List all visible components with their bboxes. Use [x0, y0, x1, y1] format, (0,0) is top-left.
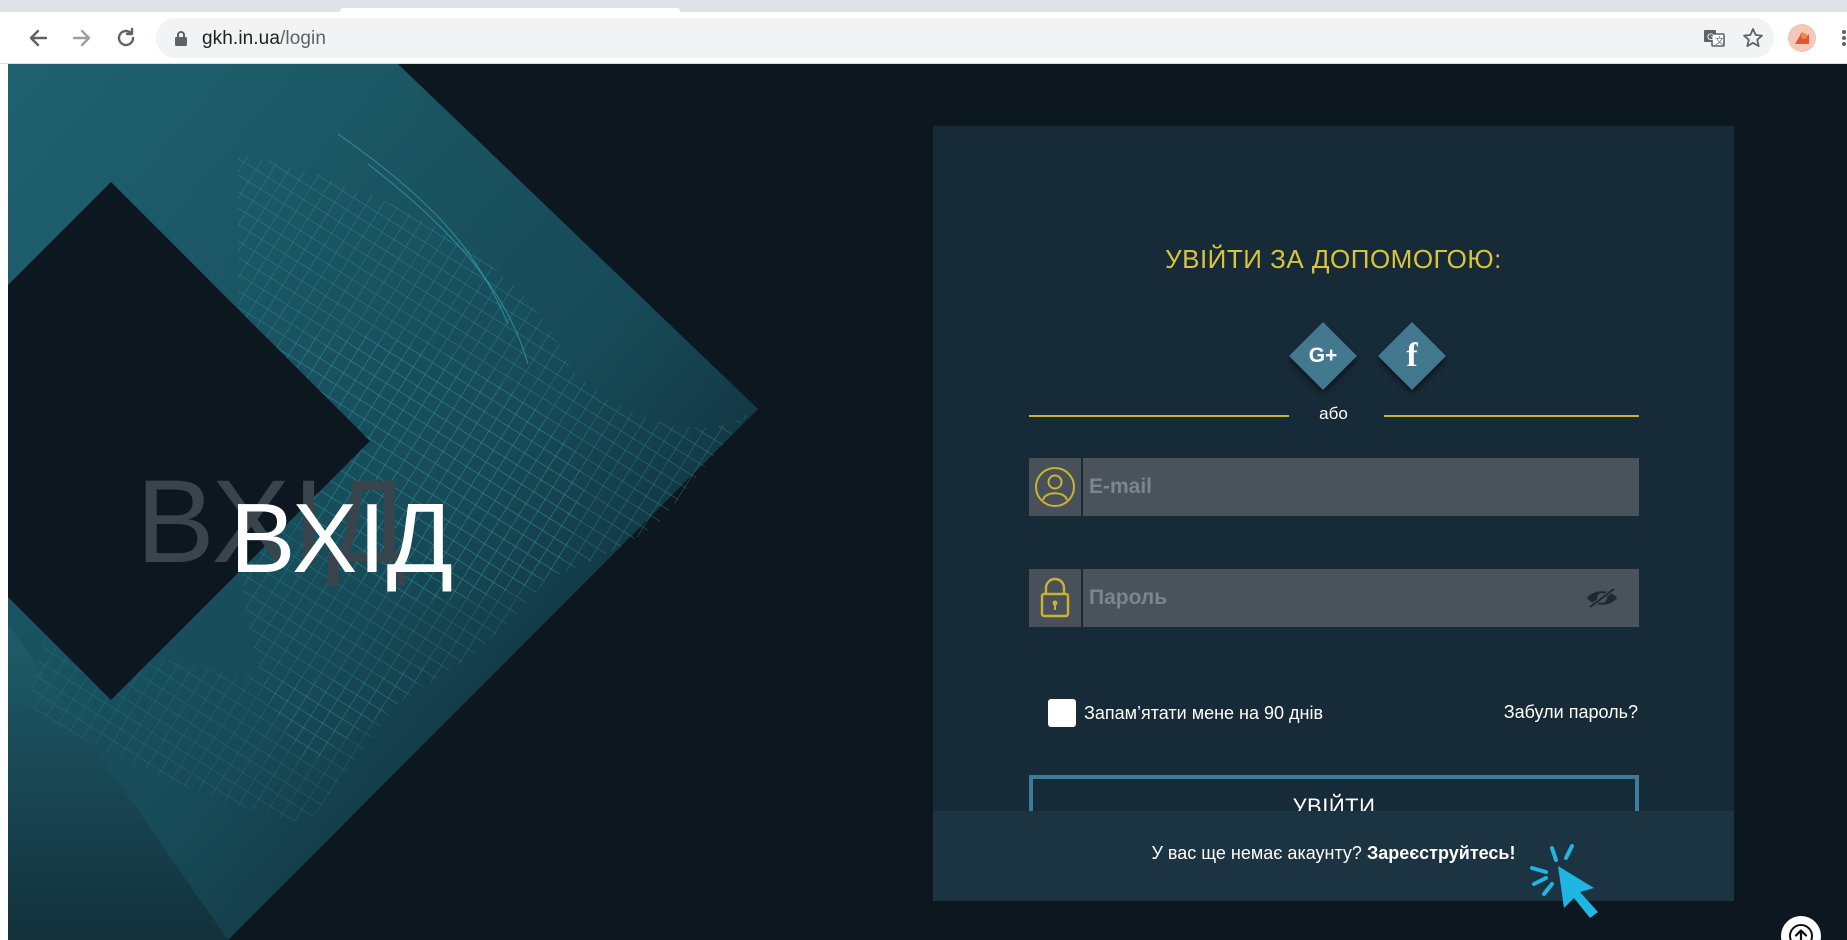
login-panel: УВІЙТИ ЗА ДОПОМОГОЮ: G+ f або E-mail Зап…: [933, 126, 1734, 901]
signup-prompt: У вас ще немає акаунту?: [1151, 843, 1362, 863]
facebook-icon: f: [1406, 337, 1418, 374]
login-heading: УВІЙТИ ЗА ДОПОМОГОЮ:: [1165, 244, 1502, 274]
email-field: [1029, 458, 1639, 516]
signup-link[interactable]: Зареєструйтесь!: [1367, 843, 1516, 863]
login-page: ВХІД ВХІД УВІЙТИ ЗА ДОПОМОГОЮ: G+ f або: [8, 64, 1847, 940]
eye-off-icon[interactable]: [1585, 586, 1619, 615]
browser-window: gkh.in.ua/login G文 ВХІД ВХІД УВІЙТИ ЗА Д…: [0, 0, 1847, 940]
click-pointer-icon: [1530, 844, 1598, 918]
google-login-button[interactable]: G+: [1289, 322, 1357, 390]
page-title: ВХІД: [230, 483, 455, 593]
profile-avatar[interactable]: [1788, 24, 1816, 52]
or-separator: або: [1319, 404, 1348, 423]
star-icon[interactable]: [1741, 26, 1765, 50]
url-text: gkh.in.ua/login: [202, 28, 327, 49]
tab-strip: [0, 0, 1847, 12]
forgot-password-link[interactable]: Забули пароль?: [1504, 702, 1638, 723]
remember-checkbox[interactable]: [1048, 699, 1076, 727]
browser-toolbar: gkh.in.ua/login G文: [0, 12, 1847, 64]
scroll-to-top-button[interactable]: [1781, 916, 1821, 940]
password-field: [1029, 569, 1639, 627]
address-bar[interactable]: gkh.in.ua/login G文: [156, 18, 1774, 58]
back-arrow-icon[interactable]: [22, 22, 54, 54]
remember-me[interactable]: Запам’ятати мене на 90 днів: [1048, 699, 1323, 727]
divider-right: [1384, 415, 1639, 417]
kebab-menu-icon[interactable]: [1838, 24, 1847, 52]
facebook-login-button[interactable]: f: [1378, 322, 1446, 390]
arrow-up-icon: [1789, 924, 1813, 940]
padlock-icon: [1029, 569, 1081, 627]
google-plus-icon: G+: [1308, 344, 1338, 367]
reload-icon[interactable]: [110, 22, 142, 54]
user-icon: [1029, 458, 1081, 516]
svg-text:文: 文: [1715, 35, 1724, 47]
translate-icon[interactable]: G文: [1702, 26, 1726, 50]
svg-text:G: G: [1707, 33, 1714, 43]
lock-icon: [174, 30, 188, 51]
password-input[interactable]: [1083, 569, 1639, 627]
forward-arrow-icon[interactable]: [66, 22, 98, 54]
email-input[interactable]: [1083, 458, 1639, 516]
remember-label: Запам’ятати мене на 90 днів: [1084, 702, 1324, 723]
